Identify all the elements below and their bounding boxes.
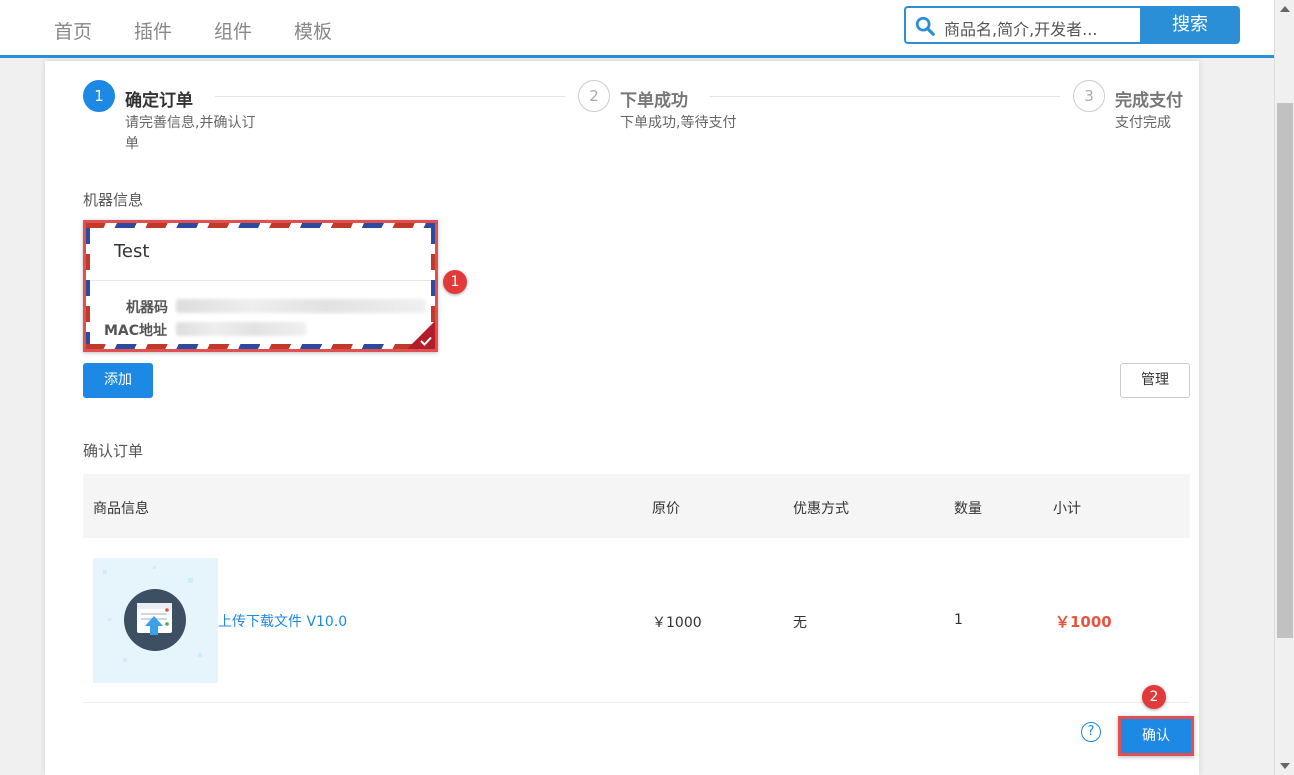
step-3-title: 完成支付	[1115, 91, 1183, 111]
header-product: 商品信息	[93, 501, 149, 517]
step-2-title: 下单成功	[620, 91, 688, 111]
machine-info-label: 机器信息	[83, 191, 144, 209]
step-1-number: 1	[83, 80, 115, 112]
step-2-desc: 下单成功,等待支付	[620, 115, 737, 131]
nav-templates[interactable]: 模板	[294, 17, 332, 44]
machine-name: Test	[114, 241, 150, 262]
airmail-border	[86, 228, 90, 344]
step-3-desc: 支付完成	[1115, 115, 1171, 131]
header-price: 原价	[652, 501, 680, 517]
header-subtotal: 小计	[1053, 501, 1081, 517]
product-quantity: 1	[954, 612, 963, 628]
mac-address-label: MAC地址	[104, 323, 168, 339]
product-discount: 无	[793, 615, 807, 631]
divider	[90, 280, 431, 281]
top-navbar: 首页 插件 组件 模板 商品名,简介,开发者... 搜索	[0, 0, 1274, 58]
scroll-up-arrow-icon[interactable]	[1280, 6, 1290, 12]
header-discount: 优惠方式	[793, 501, 849, 517]
airmail-border	[86, 344, 435, 349]
manage-button[interactable]: 管理	[1120, 363, 1190, 398]
annotation-badge-1: 1	[443, 270, 467, 294]
help-icon[interactable]: ?	[1081, 722, 1101, 742]
step-connector	[710, 96, 1060, 97]
header-quantity: 数量	[954, 501, 982, 517]
add-machine-button[interactable]: 添加	[83, 363, 153, 398]
confirm-order-label: 确认订单	[83, 442, 144, 460]
search-button[interactable]: 搜索	[1140, 6, 1240, 44]
machine-code-label: 机器码	[126, 300, 168, 316]
mac-address-value-redacted	[176, 322, 306, 336]
order-card: 1 确定订单 请完善信息,并确认订 单 2 下单成功 下单成功,等待支付 3 完…	[45, 61, 1199, 775]
check-icon	[420, 336, 432, 346]
vertical-scrollbar[interactable]	[1274, 0, 1294, 775]
annotation-badge-2: 2	[1142, 685, 1166, 709]
step-1-desc-line2: 单	[125, 136, 139, 152]
step-3-number: 3	[1073, 80, 1105, 112]
product-price: ￥1000	[652, 615, 702, 631]
nav-home[interactable]: 首页	[54, 17, 92, 44]
search-input[interactable]: 商品名,简介,开发者...	[904, 6, 1142, 44]
table-header: 商品信息 原价 优惠方式 数量 小计	[83, 474, 1190, 538]
product-thumbnail[interactable]	[93, 558, 218, 683]
machine-card[interactable]: Test 机器码 MAC地址	[83, 220, 438, 352]
nav-components[interactable]: 组件	[214, 17, 252, 44]
product-subtotal: ￥1000	[1055, 613, 1112, 631]
confirm-button[interactable]: 确认	[1118, 716, 1194, 756]
step-2-number: 2	[578, 80, 610, 112]
upload-file-icon	[103, 566, 202, 662]
nav-plugins[interactable]: 插件	[134, 17, 172, 44]
scroll-thumb[interactable]	[1277, 103, 1293, 638]
step-connector	[215, 96, 565, 97]
step-1-desc-line1: 请完善信息,并确认订	[125, 115, 256, 131]
divider	[83, 702, 1190, 703]
search-placeholder: 商品名,简介,开发者...	[944, 20, 1098, 39]
product-name-link[interactable]: 上传下载文件 V10.0	[218, 611, 347, 631]
scroll-down-arrow-icon[interactable]	[1280, 763, 1290, 769]
search-icon	[915, 16, 935, 36]
step-1-title: 确定订单	[125, 91, 193, 111]
machine-code-value-redacted	[176, 299, 426, 313]
airmail-border	[86, 223, 435, 228]
